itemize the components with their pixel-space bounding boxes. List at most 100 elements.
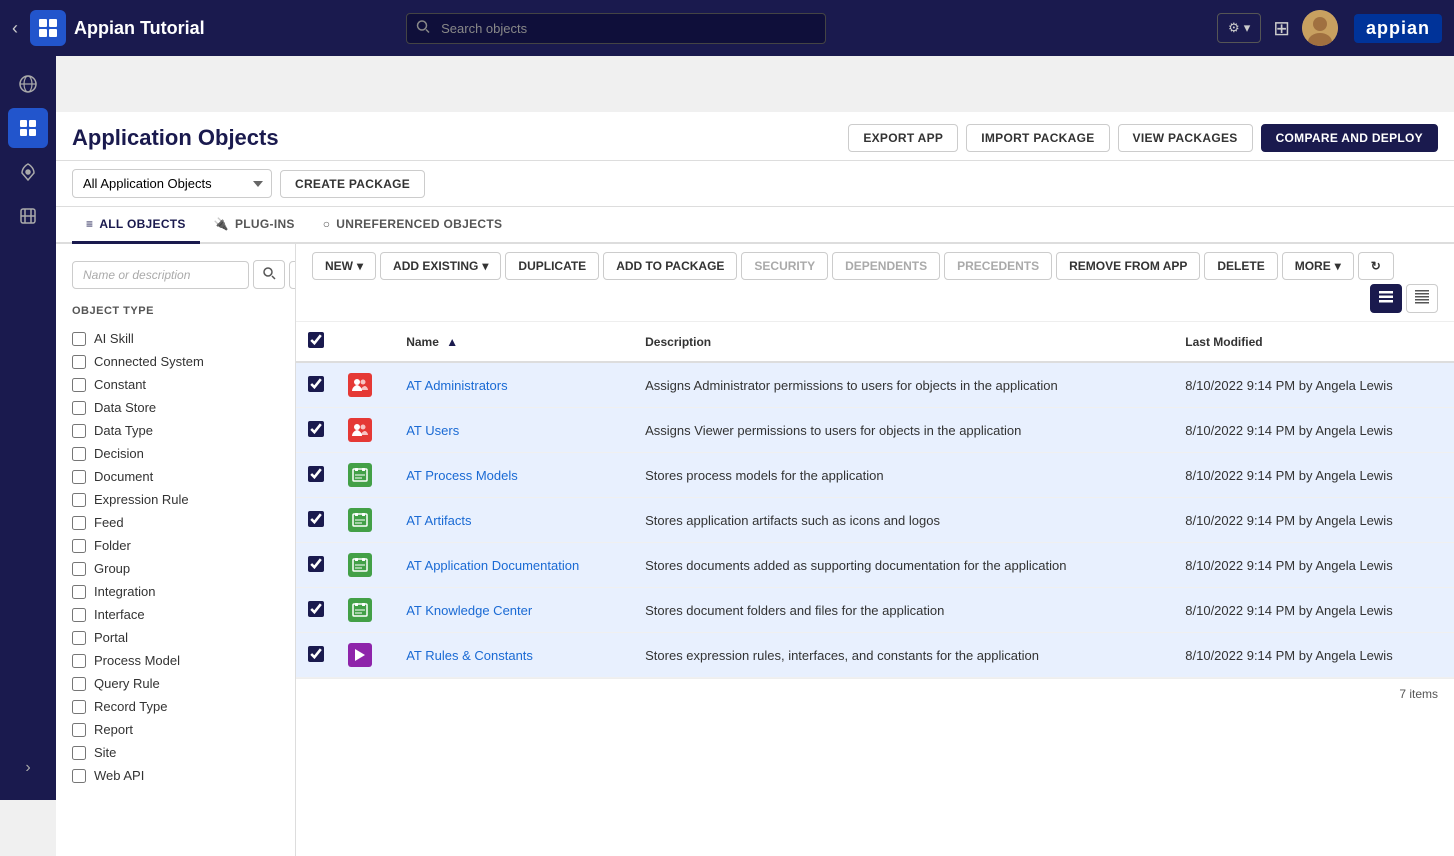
compare-deploy-button[interactable]: COMPARE AND DEPLOY [1261, 124, 1438, 152]
row-checkbox[interactable] [308, 511, 324, 527]
row-checkbox[interactable] [308, 466, 324, 482]
filter-item-data-type[interactable]: Data Type [72, 419, 279, 442]
object-type-title: OBJECT TYPE [72, 305, 279, 317]
object-name-link[interactable]: AT Artifacts [406, 513, 471, 528]
name-sort-icon: ▲ [446, 335, 458, 349]
filter-item-group[interactable]: Group [72, 557, 279, 580]
filter-item-folder[interactable]: Folder [72, 534, 279, 557]
filter-item-query-rule[interactable]: Query Rule [72, 672, 279, 695]
checkbox-record-type[interactable] [72, 700, 86, 714]
filter-item-portal[interactable]: Portal [72, 626, 279, 649]
filter-item-site[interactable]: Site [72, 741, 279, 764]
filter-item-feed[interactable]: Feed [72, 511, 279, 534]
checkbox-query-rule[interactable] [72, 677, 86, 691]
checkbox-report[interactable] [72, 723, 86, 737]
tab-all-objects[interactable]: ≡ ALL OBJECTS [72, 207, 200, 244]
sidebar-item-deploy[interactable] [8, 152, 48, 192]
checkbox-process-model[interactable] [72, 654, 86, 668]
advanced-filter-button[interactable]: ▾ [289, 261, 296, 289]
add-to-package-button[interactable]: ADD TO PACKAGE [603, 252, 737, 280]
checkbox-constant[interactable] [72, 378, 86, 392]
delete-button[interactable]: DELETE [1204, 252, 1277, 280]
filter-item-expression-rule[interactable]: Expression Rule [72, 488, 279, 511]
object-description: Stores process models for the applicatio… [633, 453, 1173, 498]
object-name-link[interactable]: AT Knowledge Center [406, 603, 532, 618]
checkbox-feed[interactable] [72, 516, 86, 530]
checkbox-ai-skill[interactable] [72, 332, 86, 346]
checkbox-document[interactable] [72, 470, 86, 484]
sidebar-item-globe[interactable] [8, 64, 48, 104]
filter-item-constant[interactable]: Constant [72, 373, 279, 396]
list-view-button[interactable] [1370, 284, 1402, 313]
create-package-button[interactable]: CREATE PACKAGE [280, 170, 425, 198]
object-name-link[interactable]: AT Rules & Constants [406, 648, 533, 663]
checkbox-data-store[interactable] [72, 401, 86, 415]
tab-plug-ins[interactable]: 🔌 PLUG-INS [200, 207, 309, 244]
object-name-link[interactable]: AT Process Models [406, 468, 518, 483]
new-button[interactable]: NEW ▾ [312, 252, 376, 280]
search-input[interactable] [406, 13, 826, 44]
remove-from-app-button[interactable]: REMOVE FROM APP [1056, 252, 1200, 280]
add-existing-button[interactable]: ADD EXISTING ▾ [380, 252, 501, 280]
export-app-button[interactable]: EXPORT APP [848, 124, 958, 152]
table-row: AT Application DocumentationStores docum… [296, 543, 1454, 588]
name-description-input[interactable] [72, 261, 249, 289]
avatar[interactable] [1302, 10, 1338, 46]
compact-view-button[interactable] [1406, 284, 1438, 313]
sidebar-expand-button[interactable]: › [8, 748, 48, 788]
object-name-link[interactable]: AT Administrators [406, 378, 507, 393]
sidebar-item-plugin[interactable] [8, 196, 48, 236]
filter-label-report: Report [94, 722, 133, 737]
checkbox-data-type[interactable] [72, 424, 86, 438]
tab-unreferenced[interactable]: ○ UNREFERENCED OBJECTS [309, 207, 517, 244]
dependents-button[interactable]: DEPENDENTS [832, 252, 940, 280]
object-last-modified: 8/10/2022 9:14 PM by Angela Lewis [1173, 498, 1454, 543]
filter-item-ai-skill[interactable]: AI Skill [72, 327, 279, 350]
filter-item-report[interactable]: Report [72, 718, 279, 741]
filter-item-interface[interactable]: Interface [72, 603, 279, 626]
back-button[interactable]: ‹ [12, 18, 18, 39]
import-package-button[interactable]: IMPORT PACKAGE [966, 124, 1109, 152]
checkbox-interface[interactable] [72, 608, 86, 622]
filter-item-integration[interactable]: Integration [72, 580, 279, 603]
row-checkbox[interactable] [308, 601, 324, 617]
row-checkbox[interactable] [308, 376, 324, 392]
duplicate-button[interactable]: DUPLICATE [505, 252, 599, 280]
table-row: AT Rules & ConstantsStores expression ru… [296, 633, 1454, 678]
checkbox-connected-system[interactable] [72, 355, 86, 369]
refresh-button[interactable]: ↻ [1358, 252, 1394, 280]
object-name-link[interactable]: AT Users [406, 423, 459, 438]
checkbox-decision[interactable] [72, 447, 86, 461]
filter-item-decision[interactable]: Decision [72, 442, 279, 465]
top-navigation: ‹ Appian Tutorial ⚙ ▾ ⊞ [0, 0, 1454, 56]
row-checkbox[interactable] [308, 556, 324, 572]
app-grid-button[interactable]: ⊞ [1269, 12, 1294, 45]
checkbox-web-api[interactable] [72, 769, 86, 783]
select-all-checkbox[interactable] [308, 332, 324, 348]
name-header[interactable]: Name ▲ [394, 322, 633, 362]
checkbox-folder[interactable] [72, 539, 86, 553]
checkbox-group[interactable] [72, 562, 86, 576]
filter-item-data-store[interactable]: Data Store [72, 396, 279, 419]
precedents-button[interactable]: PRECEDENTS [944, 252, 1052, 280]
filter-item-record-type[interactable]: Record Type [72, 695, 279, 718]
view-packages-button[interactable]: VIEW PACKAGES [1118, 124, 1253, 152]
search-filter-button[interactable] [253, 260, 285, 289]
settings-button[interactable]: ⚙ ▾ [1217, 13, 1261, 43]
filter-item-connected-system[interactable]: Connected System [72, 350, 279, 373]
filter-item-process-model[interactable]: Process Model [72, 649, 279, 672]
row-checkbox[interactable] [308, 646, 324, 662]
table-row: AT ArtifactsStores application artifacts… [296, 498, 1454, 543]
security-button[interactable]: SECURITY [741, 252, 828, 280]
object-filter-dropdown[interactable]: All Application Objects Selected Objects… [72, 169, 272, 198]
checkbox-portal[interactable] [72, 631, 86, 645]
checkbox-expression-rule[interactable] [72, 493, 86, 507]
object-name-link[interactable]: AT Application Documentation [406, 558, 579, 573]
sidebar-item-app[interactable] [8, 108, 48, 148]
filter-item-document[interactable]: Document [72, 465, 279, 488]
checkbox-integration[interactable] [72, 585, 86, 599]
checkbox-site[interactable] [72, 746, 86, 760]
filter-item-web-api[interactable]: Web API [72, 764, 279, 787]
row-checkbox[interactable] [308, 421, 324, 437]
more-button[interactable]: MORE ▾ [1282, 252, 1354, 280]
